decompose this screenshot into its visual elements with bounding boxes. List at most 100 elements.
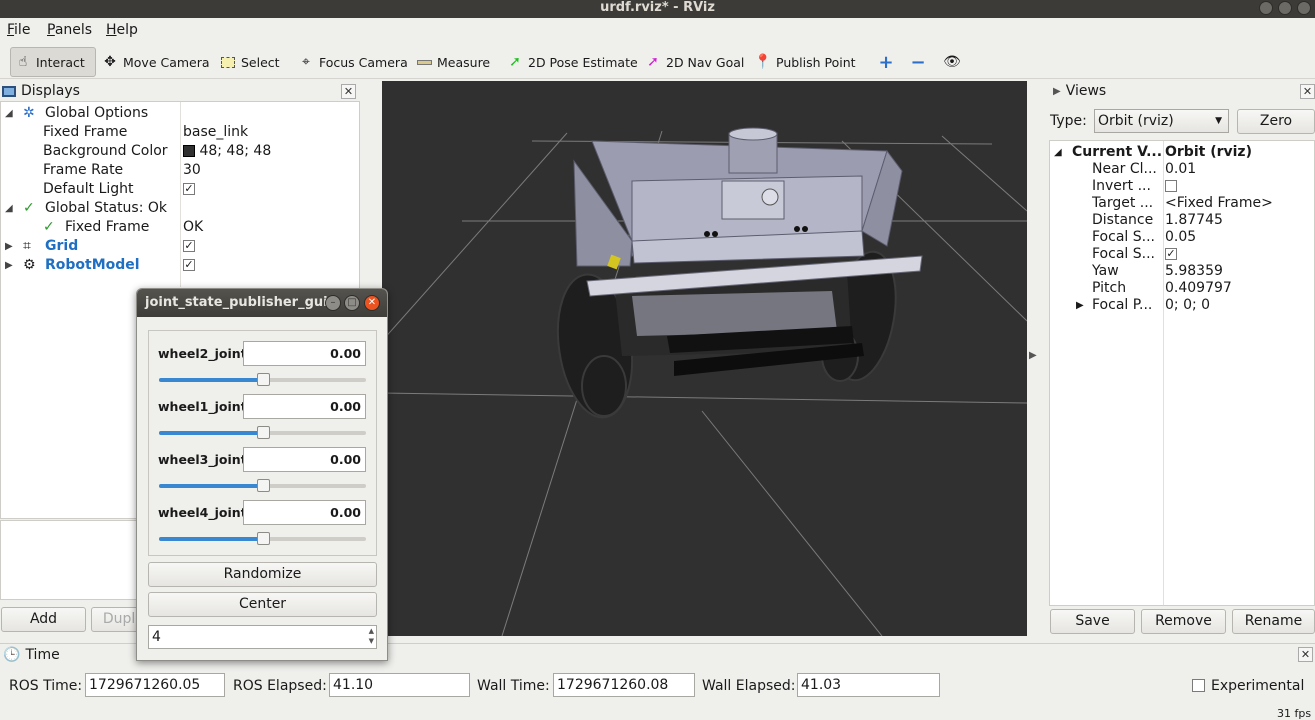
move-icon: ✥: [104, 54, 116, 70]
global-options-row[interactable]: ◢ ✲ Global Options: [1, 104, 359, 123]
menu-help[interactable]: Help: [106, 22, 138, 38]
focus-camera-button[interactable]: ⌖ Focus Camera: [294, 47, 412, 77]
view-prop-row[interactable]: Near Cl... 0.01: [1050, 161, 1314, 178]
default-light-checkbox[interactable]: ✓: [183, 183, 195, 195]
view-prop-row[interactable]: Target ... <Fixed Frame>: [1050, 195, 1314, 212]
expand-right-icon[interactable]: ▶: [1076, 297, 1084, 314]
magenta-arrow-icon: ➚: [647, 54, 659, 70]
experimental-checkbox[interactable]: [1192, 679, 1205, 692]
spin-arrows-icon[interactable]: ▲ ▼: [369, 626, 374, 646]
joint-label: wheel2_joint: [158, 346, 247, 361]
dialog-title: joint_state_publisher_gui: [145, 295, 328, 310]
select-button[interactable]: Select: [216, 47, 284, 77]
center-button[interactable]: Center: [148, 592, 377, 617]
wall-time-field[interactable]: 1729671260.08: [553, 673, 695, 697]
pose-estimate-button[interactable]: ➚ 2D Pose Estimate: [503, 47, 642, 77]
minimize-icon[interactable]: [1259, 1, 1273, 15]
close-icon[interactable]: [1297, 1, 1311, 15]
add-display-button[interactable]: Add: [1, 607, 86, 632]
expand-down-icon[interactable]: ◢: [5, 199, 13, 218]
menubar: File Panels Help: [0, 19, 1315, 43]
displays-title: Displays: [21, 83, 80, 99]
color-swatch[interactable]: [183, 145, 195, 157]
collapse-right-icon[interactable]: ▶: [1029, 350, 1037, 361]
spinbox-input[interactable]: 4 ▲ ▼: [148, 625, 377, 649]
map-pin-icon: 📍: [754, 54, 772, 70]
view-prop-row[interactable]: Pitch 0.409797: [1050, 280, 1314, 297]
view-prop-row[interactable]: Focal S... 0.05: [1050, 229, 1314, 246]
joint-value-input[interactable]: 0.00: [243, 341, 366, 366]
menu-file[interactable]: File: [7, 22, 30, 38]
zero-button[interactable]: Zero: [1237, 109, 1315, 134]
view-tool-button[interactable]: 👁: [940, 47, 964, 77]
select-box-icon: [220, 54, 236, 70]
window-titlebar: urdf.rviz* - RViz: [0, 0, 1315, 18]
invert-checkbox[interactable]: [1165, 180, 1177, 192]
view-prop-row[interactable]: Distance 1.87745: [1050, 212, 1314, 229]
view-prop-row[interactable]: Invert ...: [1050, 178, 1314, 195]
current-view-row[interactable]: ◢ Current V... Orbit (rviz): [1050, 144, 1314, 161]
close-icon[interactable]: ✕: [1300, 84, 1315, 99]
view-prop-row[interactable]: ▶ Focal P... 0; 0; 0: [1050, 297, 1314, 314]
robotmodel-checkbox[interactable]: ✓: [183, 259, 195, 271]
joint-state-publisher-window: joint_state_publisher_gui – □ ✕ wheel2_j…: [136, 288, 388, 661]
view-type-select[interactable]: Orbit (rviz) ▼: [1094, 109, 1229, 133]
robotmodel-row[interactable]: ▶ ⚙ RobotModel ✓: [1, 256, 359, 275]
plus-icon: +: [878, 51, 894, 73]
minimize-icon[interactable]: –: [325, 295, 341, 311]
grid-row[interactable]: ▶ ⌗ Grid ✓: [1, 237, 359, 256]
checkmark-icon: ✓: [23, 200, 35, 216]
frame-rate-row[interactable]: Frame Rate 30: [1, 161, 359, 180]
save-view-button[interactable]: Save: [1050, 609, 1135, 634]
grid-checkbox[interactable]: ✓: [183, 240, 195, 252]
joint-slider[interactable]: [159, 373, 366, 386]
joint-value-input[interactable]: 0.00: [243, 394, 366, 419]
close-icon[interactable]: ✕: [1298, 647, 1313, 662]
expand-right-icon[interactable]: ▶: [5, 237, 13, 256]
slider-handle[interactable]: [256, 426, 270, 439]
publish-point-button[interactable]: 📍 Publish Point: [751, 47, 860, 77]
randomize-button[interactable]: Randomize: [148, 562, 377, 587]
expand-right-icon[interactable]: ▶: [5, 256, 13, 275]
close-icon[interactable]: ✕: [364, 295, 380, 311]
status-fixed-frame-row[interactable]: ✓ Fixed Frame OK: [1, 218, 359, 237]
slider-handle[interactable]: [256, 479, 270, 492]
maximize-icon[interactable]: [1278, 1, 1292, 15]
focal-shape-checkbox[interactable]: ✓: [1165, 248, 1177, 260]
default-light-row[interactable]: Default Light ✓: [1, 180, 359, 199]
gear-icon: ✲: [23, 105, 35, 121]
camera-icon: ▶: [1053, 85, 1061, 97]
robot-scene: [382, 127, 1027, 636]
move-camera-button[interactable]: ✥ Move Camera: [98, 47, 214, 77]
interact-button[interactable]: ☝ Interact: [10, 47, 96, 77]
ros-elapsed-field[interactable]: 41.10: [329, 673, 470, 697]
measure-button[interactable]: Measure: [412, 47, 494, 77]
joint-value-input[interactable]: 0.00: [243, 447, 366, 472]
remove-view-button[interactable]: Remove: [1141, 609, 1226, 634]
fixed-frame-row[interactable]: Fixed Frame base_link: [1, 123, 359, 142]
slider-handle[interactable]: [256, 532, 270, 545]
expand-down-icon[interactable]: ◢: [5, 104, 13, 123]
joint-slider[interactable]: [159, 479, 366, 492]
joints-group: wheel2_joint 0.00 wheel1_joint 0.00 wheel3_j…: [148, 330, 377, 556]
view-prop-row[interactable]: Yaw 5.98359: [1050, 263, 1314, 280]
joint-value-input[interactable]: 0.00: [243, 500, 366, 525]
nav-goal-button[interactable]: ➚ 2D Nav Goal: [641, 47, 748, 77]
expand-down-icon[interactable]: ◢: [1054, 144, 1062, 161]
ros-time-field[interactable]: 1729671260.05: [85, 673, 225, 697]
joint-slider[interactable]: [159, 426, 366, 439]
joint-slider[interactable]: [159, 532, 366, 545]
3d-viewport[interactable]: [382, 81, 1027, 636]
maximize-icon[interactable]: □: [344, 295, 360, 311]
view-prop-row[interactable]: Focal S... ✓: [1050, 246, 1314, 263]
remove-tool-button[interactable]: −: [906, 47, 930, 77]
global-status-row[interactable]: ◢ ✓ Global Status: Ok: [1, 199, 359, 218]
menu-panels[interactable]: Panels: [47, 22, 92, 38]
grid-icon: ⌗: [23, 238, 31, 254]
add-tool-button[interactable]: +: [874, 47, 898, 77]
wall-elapsed-field[interactable]: 41.03: [797, 673, 940, 697]
background-color-row[interactable]: Background Color 48; 48; 48: [1, 142, 359, 161]
slider-handle[interactable]: [256, 373, 270, 386]
rename-view-button[interactable]: Rename: [1232, 609, 1315, 634]
close-icon[interactable]: ✕: [341, 84, 356, 99]
